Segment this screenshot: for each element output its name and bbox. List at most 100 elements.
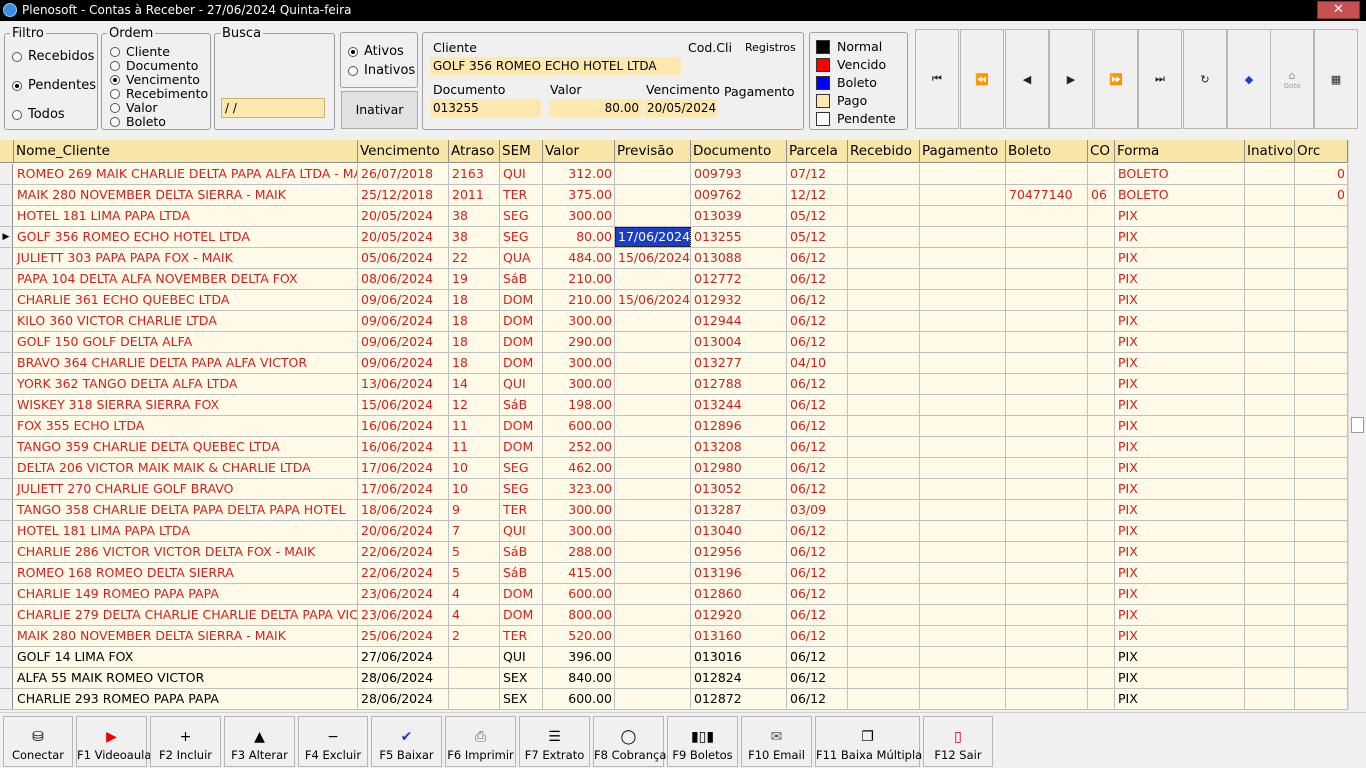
table-row[interactable]: GOLF 14 LIMA FOX 27/06/2024 QUI 396.00 01301… [0,647,1348,668]
table-cell[interactable] [1295,647,1348,667]
table-cell[interactable]: TANGO 359 CHARLIE DELTA QUEBEC LTDA [14,437,358,457]
valor-field[interactable]: 80.00 [549,99,642,117]
table-cell[interactable] [920,269,1006,289]
table-cell[interactable]: KILO 360 VICTOR CHARLIE LTDA [14,311,358,331]
table-cell[interactable] [1245,185,1295,205]
imprimir-button[interactable]: ⎙ F6 Imprimir [445,716,516,767]
table-cell[interactable]: 484.00 [543,248,615,268]
table-cell[interactable]: 2011 [449,185,500,205]
table-cell[interactable]: 012824 [691,668,787,688]
table-cell[interactable] [1245,626,1295,646]
table-cell[interactable] [848,584,920,604]
column-header[interactable]: Boleto [1006,140,1088,163]
column-header[interactable]: Forma [1115,140,1245,163]
table-cell[interactable] [615,563,691,583]
table-cell[interactable] [1245,227,1295,247]
table-cell[interactable]: 9 [449,500,500,520]
filtro-option-todos[interactable]: Todos [12,107,65,122]
table-cell[interactable]: MAIK 280 NOVEMBER DELTA SIERRA - MAIK [14,185,358,205]
table-cell[interactable]: PIX [1115,290,1245,310]
table-cell[interactable] [1295,227,1348,247]
table-cell[interactable]: 38 [449,227,500,247]
table-cell[interactable] [1006,626,1088,646]
table-cell[interactable]: PIX [1115,227,1245,247]
row-indicator[interactable] [0,563,13,583]
table-cell[interactable]: YORK 362 TANGO DELTA ALFA LTDA [14,374,358,394]
next-record-button[interactable]: ▶ [1049,29,1093,129]
table-cell[interactable] [615,500,691,520]
column-header[interactable]: Previsão [615,140,691,163]
table-cell[interactable]: 012944 [691,311,787,331]
ordem-option-recebimento[interactable]: Recebimento [110,86,208,101]
table-cell[interactable]: 012980 [691,458,787,478]
table-cell[interactable]: 06/12 [787,542,848,562]
table-cell[interactable]: 013052 [691,479,787,499]
table-cell[interactable]: HOTEL 181 LIMA PAPA LTDA [14,521,358,541]
table-cell[interactable] [1088,437,1115,457]
table-cell[interactable]: DELTA 206 VICTOR MAIK MAIK & CHARLIE LTD… [14,458,358,478]
table-cell[interactable] [1088,290,1115,310]
receivables-table[interactable]: Nome_Cliente Vencimento Atraso SEM Valor Prev… [0,140,1348,710]
column-header[interactable]: Recebido [848,140,920,163]
table-row[interactable]: ▶ GOLF 356 ROMEO ECHO HOTEL LTDA 20/05/202… [0,227,1348,248]
row-indicator[interactable] [0,290,13,310]
current-row-indicator-icon[interactable]: ▶ [0,227,13,247]
close-button[interactable]: ✕ [1317,1,1360,19]
table-cell[interactable] [848,668,920,688]
table-cell[interactable] [1295,458,1348,478]
row-indicator[interactable] [0,269,13,289]
table-cell[interactable] [920,416,1006,436]
table-cell[interactable] [1295,206,1348,226]
table-cell[interactable]: 012772 [691,269,787,289]
table-cell[interactable]: PIX [1115,647,1245,667]
table-cell[interactable]: 012932 [691,290,787,310]
table-cell[interactable] [1088,269,1115,289]
table-cell[interactable]: 38 [449,206,500,226]
table-cell[interactable] [615,332,691,352]
vertical-scrollbar[interactable] [1348,140,1366,710]
table-cell[interactable]: 07/12 [787,164,848,184]
table-cell[interactable] [1088,164,1115,184]
table-row[interactable]: WISKEY 318 SIERRA SIERRA FOX 15/06/2024 12… [0,395,1348,416]
table-cell[interactable] [615,164,691,184]
table-cell[interactable] [615,668,691,688]
table-cell[interactable]: 06/12 [787,479,848,499]
table-cell[interactable]: PIX [1115,479,1245,499]
table-cell[interactable] [1006,395,1088,415]
table-cell[interactable]: SEG [500,458,543,478]
table-cell[interactable] [1088,311,1115,331]
table-cell[interactable]: DOM [500,605,543,625]
table-cell[interactable] [615,416,691,436]
table-cell[interactable]: HOTEL 181 LIMA PAPA LTDA [14,206,358,226]
table-cell[interactable]: SEX [500,668,543,688]
table-cell[interactable]: 312.00 [543,164,615,184]
table-cell[interactable]: 462.00 [543,458,615,478]
table-cell[interactable]: 23/06/2024 [358,584,449,604]
table-cell[interactable] [920,479,1006,499]
column-header[interactable]: Documento [691,140,787,163]
table-cell[interactable] [1006,458,1088,478]
table-cell[interactable] [920,437,1006,457]
table-row[interactable]: ROMEO 269 MAIK CHARLIE DELTA PAPA ALFA L… [0,164,1348,185]
table-cell[interactable] [615,206,691,226]
table-cell[interactable]: 06/12 [787,416,848,436]
table-cell[interactable] [1006,374,1088,394]
table-row[interactable]: ALFA 55 MAIK ROMEO VICTOR 28/06/2024 SEX 84… [0,668,1348,689]
table-cell[interactable]: 15/06/2024 [615,290,691,310]
table-cell[interactable]: DOM [500,584,543,604]
table-cell[interactable]: SEX [500,689,543,709]
table-cell[interactable] [848,311,920,331]
table-cell[interactable]: SEG [500,206,543,226]
table-cell[interactable] [1006,584,1088,604]
table-cell[interactable]: JULIETT 303 PAPA PAPA FOX - MAIK [14,248,358,268]
table-cell[interactable] [848,479,920,499]
sair-button[interactable]: ▯ F12 Sair [923,716,993,767]
table-row[interactable]: CHARLIE 361 ECHO QUEBEC LTDA 09/06/2024 18… [0,290,1348,311]
table-cell[interactable] [920,395,1006,415]
table-cell[interactable]: GOLF 14 LIMA FOX [14,647,358,667]
table-cell[interactable]: ALFA 55 MAIK ROMEO VICTOR [14,668,358,688]
table-cell[interactable] [1088,395,1115,415]
table-cell[interactable]: PIX [1115,437,1245,457]
column-header[interactable]: Parcela [787,140,848,163]
table-cell[interactable]: 06/12 [787,521,848,541]
